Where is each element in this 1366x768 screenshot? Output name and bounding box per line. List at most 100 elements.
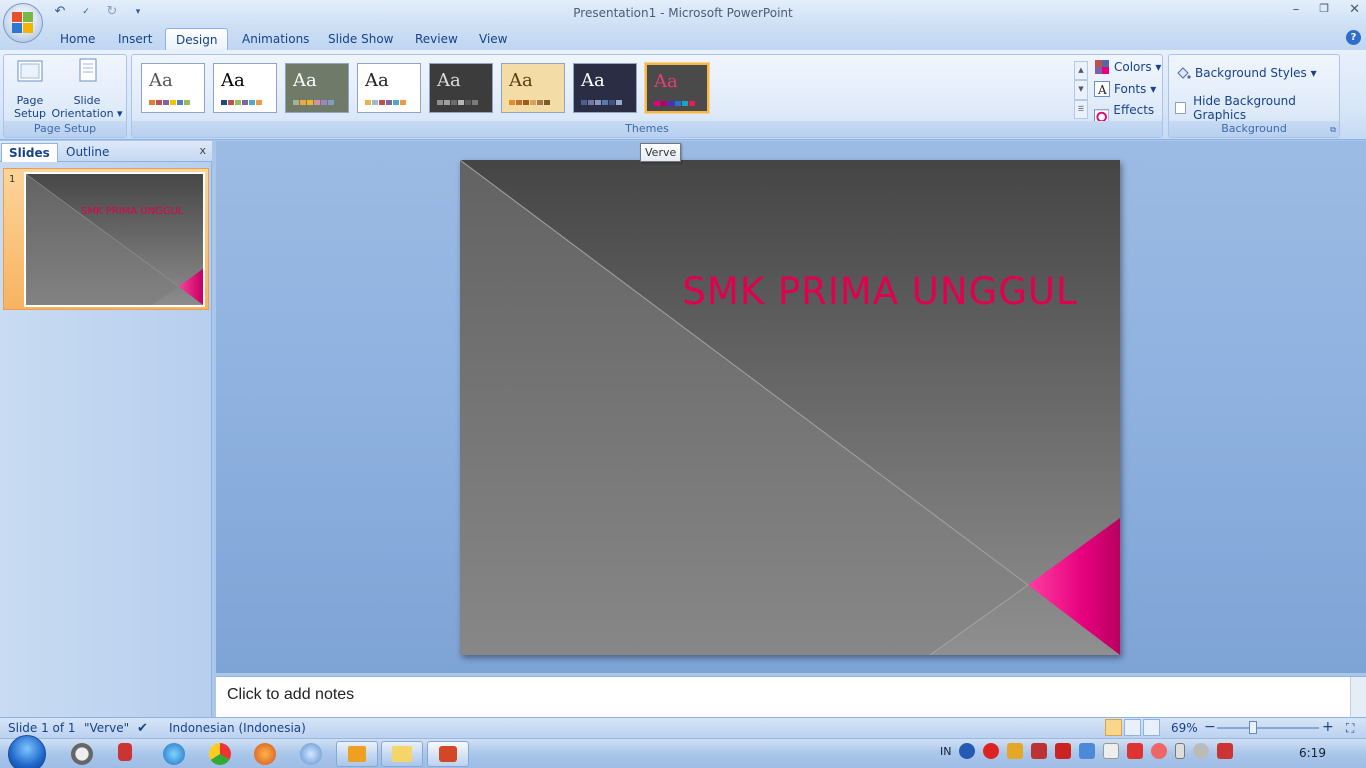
theme-thumbnail[interactable]: Aa xyxy=(501,63,565,113)
gallery-down-arrow[interactable]: ▼ xyxy=(1074,80,1088,100)
slide-thumbnail-graphic xyxy=(26,174,203,305)
hide-background-graphics-label: Hide Background Graphics xyxy=(1193,94,1296,122)
background-styles-label: Background Styles ▾ xyxy=(1195,66,1317,80)
monitor-tray-icon[interactable] xyxy=(1127,743,1144,759)
minimize-button[interactable]: – xyxy=(1293,2,1300,17)
tab-review[interactable]: Review xyxy=(415,32,458,46)
zoom-slider-thumb[interactable] xyxy=(1249,721,1257,734)
theme-color-swatches xyxy=(293,100,334,105)
slide-canvas[interactable]: SMK PRIMA UNGGUL xyxy=(460,160,1120,655)
device-tray-icon[interactable] xyxy=(1079,743,1096,759)
update-tray-icon[interactable] xyxy=(1151,743,1168,759)
slide-thumbnail-number: 1 xyxy=(9,174,16,185)
close-button[interactable]: ✕ xyxy=(1349,2,1360,17)
language-indicator[interactable]: Indonesian (Indonesia) xyxy=(169,721,306,735)
fonts-button[interactable]: A Fonts ▾ xyxy=(1094,81,1156,97)
colors-button[interactable]: Colors ▾ xyxy=(1094,59,1161,75)
firefox-icon[interactable] xyxy=(254,743,276,765)
theme-thumbnail-label: Aa xyxy=(221,70,245,91)
notes-placeholder[interactable]: Click to add notes xyxy=(227,686,354,704)
zoom-in-icon[interactable]: + xyxy=(1322,719,1334,735)
theme-color-swatch xyxy=(249,100,255,105)
page-setup-button[interactable]: Page Setup xyxy=(8,57,52,120)
notes-scrollbar[interactable] xyxy=(1350,677,1366,718)
theme-thumbnail[interactable]: Aa xyxy=(429,63,493,113)
slide-orientation-icon xyxy=(79,58,97,82)
volume-tray-icon[interactable] xyxy=(1193,743,1210,759)
help-tray-icon[interactable] xyxy=(959,743,976,759)
gallery-up-arrow[interactable]: ▲ xyxy=(1074,61,1088,81)
theme-thumbnail[interactable]: Aa xyxy=(213,63,277,113)
theme-thumbnail[interactable]: Aa xyxy=(285,63,349,113)
slide-title[interactable]: SMK PRIMA UNGGUL xyxy=(660,270,1100,313)
background-styles-button[interactable]: Background Styles ▾ xyxy=(1175,65,1317,81)
wifi-tray-icon[interactable] xyxy=(1217,743,1234,759)
theme-color-swatches xyxy=(581,100,622,105)
theme-thumbnail[interactable]: Aa xyxy=(141,63,205,113)
explorer-taskbar-button[interactable] xyxy=(381,741,423,767)
internet-explorer-icon[interactable] xyxy=(163,743,185,765)
gallery-more-arrow[interactable]: ☰ xyxy=(1074,99,1088,119)
tab-insert[interactable]: Insert xyxy=(118,32,152,46)
tab-home[interactable]: Home xyxy=(60,32,95,46)
theme-thumbnail-label: Aa xyxy=(365,70,389,91)
theme-color-swatch xyxy=(682,101,688,106)
slide-thumbnail[interactable]: SMK PRIMA UNGGUL xyxy=(24,172,205,307)
gallery-scroll: ▲ ▼ ☰ xyxy=(1074,61,1088,119)
maximize-button[interactable]: ❐ xyxy=(1319,2,1329,17)
slide-thumbnail-item[interactable]: 1 SMK PRIMA UNGGUL xyxy=(3,168,209,310)
dialog-launcher-icon[interactable]: ⧉ xyxy=(1330,125,1336,135)
close-pane-icon[interactable]: x xyxy=(199,144,206,157)
theme-thumbnail-label: Aa xyxy=(437,70,461,91)
media-player-taskbar-button[interactable] xyxy=(336,741,378,767)
tab-slide-show[interactable]: Slide Show xyxy=(328,32,393,46)
hide-background-graphics-checkbox[interactable]: Hide Background Graphics xyxy=(1175,94,1339,122)
chrome-icon[interactable] xyxy=(209,743,231,765)
tab-outline[interactable]: Outline xyxy=(59,143,116,162)
spelling-check-icon[interactable]: ✔ xyxy=(137,721,148,736)
battery-tray-icon[interactable] xyxy=(1175,743,1186,759)
media-app-icon[interactable] xyxy=(300,743,322,765)
tab-design[interactable]: Design xyxy=(165,28,229,52)
themes-group: Aa Aa Aa Aa Aa Aa Aa Aa ▲ ▼ ☰ Colors ▾ A Fonts … xyxy=(131,54,1163,138)
zoom-slider[interactable] xyxy=(1217,727,1319,729)
theme-color-swatch xyxy=(228,100,234,105)
tab-slides[interactable]: Slides xyxy=(1,143,58,162)
theme-color-swatch xyxy=(689,101,695,106)
theme-color-swatch xyxy=(537,100,543,105)
pin-app-icon[interactable] xyxy=(118,743,132,761)
network-tray-icon[interactable] xyxy=(1007,743,1024,759)
flag-tray-icon[interactable] xyxy=(1103,743,1120,759)
security-tray-icon[interactable] xyxy=(983,743,1000,759)
checkbox-box[interactable] xyxy=(1175,102,1187,114)
title-bar: ↶ ✓ ↻ ▾ Presentation1 - Microsoft PowerP… xyxy=(0,0,1366,43)
help-icon[interactable]: ? xyxy=(1346,30,1361,45)
theme-thumbnail[interactable]: Aa xyxy=(645,63,709,113)
theme-color-swatch xyxy=(516,100,522,105)
tab-animations[interactable]: Animations xyxy=(242,32,309,46)
theme-color-swatch xyxy=(465,100,471,105)
theme-color-swatch xyxy=(509,100,515,105)
zoom-level[interactable]: 69% xyxy=(1171,721,1198,735)
powerpoint-icon xyxy=(439,746,457,762)
slide-sorter-view-icon[interactable] xyxy=(1124,719,1141,736)
slide-orientation-button[interactable]: Slide Orientation ▾ xyxy=(50,57,124,120)
pdf-tray-icon[interactable] xyxy=(1055,743,1072,759)
theme-thumbnail[interactable]: Aa xyxy=(357,63,421,113)
zoom-out-icon[interactable]: − xyxy=(1204,719,1216,735)
ribbon: Page Setup Slide Orientation ▾ Page Setu… xyxy=(0,50,1366,140)
theme-thumbnail[interactable]: Aa xyxy=(573,63,637,113)
office-button[interactable] xyxy=(3,3,43,43)
slide-show-view-icon[interactable] xyxy=(1143,719,1160,736)
clock-app-icon[interactable] xyxy=(71,743,93,765)
notes-pane[interactable]: Click to add notes xyxy=(216,676,1366,718)
start-button-icon[interactable] xyxy=(8,735,46,768)
normal-view-icon[interactable] xyxy=(1105,719,1122,736)
language-bar[interactable]: IN xyxy=(940,745,951,758)
app-tray-icon[interactable] xyxy=(1031,743,1048,759)
powerpoint-taskbar-button[interactable] xyxy=(427,741,469,767)
theme-color-swatch xyxy=(163,100,169,105)
tab-view[interactable]: View xyxy=(479,32,507,46)
fit-to-window-icon[interactable]: ⛶ xyxy=(1346,721,1354,736)
window-controls: – ❐ ✕ xyxy=(1293,2,1360,17)
